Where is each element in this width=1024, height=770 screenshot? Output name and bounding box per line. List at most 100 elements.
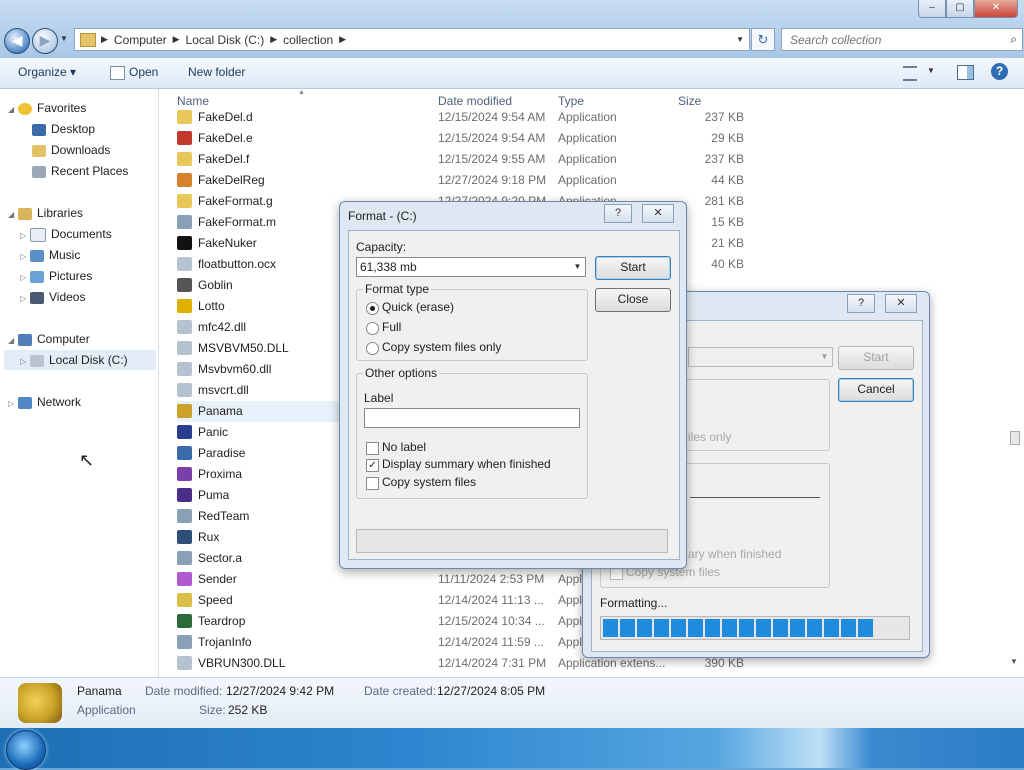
- copy-sys-only-label[interactable]: Copy system files only: [382, 340, 501, 354]
- full-radio[interactable]: [366, 322, 379, 335]
- close-button[interactable]: Close: [595, 288, 671, 312]
- breadcrumb-separator-icon: ▶: [172, 34, 180, 44]
- file-name: Sector.a: [198, 551, 243, 565]
- scrollbar-thumb[interactable]: [1010, 431, 1020, 445]
- file-row[interactable]: FakeDelReg 12/27/2024 9:18 PM Application 4…: [177, 170, 777, 191]
- help-icon[interactable]: ?: [604, 204, 632, 223]
- nav-network[interactable]: ▷ Network: [8, 392, 81, 412]
- breadcrumb-local-disk[interactable]: Local Disk (C:): [181, 33, 270, 47]
- close-button[interactable]: ✕: [974, 0, 1018, 18]
- nav-music[interactable]: ▷ Music: [20, 245, 80, 265]
- file-name: Teardrop: [198, 614, 246, 628]
- display-summary-label[interactable]: Display summary when finished: [382, 457, 551, 471]
- new-folder-button[interactable]: New folder: [188, 65, 245, 79]
- search-input[interactable]: [788, 29, 997, 50]
- file-name: FakeFormat.m: [198, 215, 277, 229]
- column-header-name[interactable]: Name: [177, 94, 209, 108]
- help-icon[interactable]: ?: [991, 63, 1008, 80]
- expand-icon[interactable]: ◢: [8, 331, 18, 351]
- expand-icon[interactable]: ▷: [20, 352, 30, 372]
- recent-pages-chevron-icon[interactable]: ▼: [60, 34, 68, 43]
- quick-erase-radio[interactable]: [366, 302, 379, 315]
- breadcrumb-collection[interactable]: collection: [278, 33, 338, 47]
- expand-icon[interactable]: ▷: [20, 289, 30, 309]
- open-button[interactable]: Open: [129, 65, 158, 79]
- label-input[interactable]: [364, 408, 580, 428]
- start-button[interactable]: [6, 730, 46, 770]
- display-summary-checkbox[interactable]: ✓: [366, 459, 379, 472]
- close-icon[interactable]: ✕: [642, 204, 674, 223]
- nav-recent-places[interactable]: Recent Places: [32, 161, 128, 181]
- address-bar[interactable]: ▶ Computer ▶ Local Disk (C:) ▶ collectio…: [74, 28, 750, 51]
- copy-sys-checkbox[interactable]: [366, 477, 379, 490]
- copy-sys-only-radio[interactable]: [366, 342, 379, 355]
- breadcrumb-computer[interactable]: Computer: [109, 33, 172, 47]
- file-type: Application: [558, 152, 617, 166]
- nav-label: Pictures: [49, 269, 93, 283]
- expand-icon[interactable]: ▷: [20, 226, 30, 246]
- expand-icon[interactable]: ◢: [8, 205, 18, 225]
- preview-pane-icon[interactable]: [957, 65, 974, 80]
- help-icon[interactable]: ?: [847, 294, 875, 313]
- start-button[interactable]: Start: [595, 256, 671, 280]
- search-box[interactable]: ⌕: [781, 28, 1023, 51]
- nav-favorites[interactable]: ◢ Favorites: [8, 98, 86, 118]
- back-button[interactable]: ◀: [4, 28, 30, 54]
- nav-desktop[interactable]: Desktop: [32, 119, 95, 139]
- refresh-button[interactable]: ↻: [751, 28, 775, 51]
- expand-icon[interactable]: ◢: [8, 100, 18, 120]
- file-row[interactable]: FakeDel.f 12/15/2024 9:55 AM Application 23…: [177, 149, 777, 170]
- nav-pictures[interactable]: ▷ Pictures: [20, 266, 92, 286]
- scroll-down-icon[interactable]: ▼: [1010, 657, 1018, 666]
- nav-libraries[interactable]: ◢ Libraries: [8, 203, 83, 223]
- file-icon: [177, 530, 192, 544]
- no-label-checkbox[interactable]: [366, 442, 379, 455]
- column-header-size[interactable]: Size: [678, 94, 701, 108]
- nav-local-disk[interactable]: ▷ Local Disk (C:): [4, 350, 156, 370]
- cancel-button[interactable]: Cancel: [838, 378, 914, 402]
- column-header-date[interactable]: Date modified: [438, 94, 512, 108]
- sort-arrow-icon: ▲: [298, 89, 305, 96]
- search-icon[interactable]: ⌕: [1010, 32, 1017, 47]
- nav-label: Network: [37, 395, 82, 409]
- expand-icon[interactable]: ▷: [20, 247, 30, 267]
- address-dropdown-icon[interactable]: ▼: [736, 35, 744, 44]
- file-name: Msvbvm60.dll: [198, 362, 272, 376]
- file-row[interactable]: FakeDel.d 12/15/2024 9:54 AM Application 23…: [177, 107, 777, 128]
- file-name: floatbutton.ocx: [198, 257, 277, 271]
- column-header-type[interactable]: Type: [558, 94, 584, 108]
- nav-videos[interactable]: ▷ Videos: [20, 287, 85, 307]
- capacity-combo[interactable]: 61,338 mb ▼: [356, 257, 586, 277]
- details-date-modified: 12/27/2024 9:42 PM: [226, 684, 335, 698]
- file-icon: [177, 341, 192, 355]
- desktop-icon: [32, 123, 46, 136]
- view-options-icon[interactable]: [903, 66, 917, 81]
- forward-button[interactable]: ▶: [32, 28, 58, 54]
- progress-segment: [620, 619, 635, 637]
- close-icon[interactable]: ✕: [885, 294, 917, 313]
- full-label[interactable]: Full: [382, 320, 401, 334]
- organize-button[interactable]: Organize ▾: [18, 65, 76, 79]
- nav-computer[interactable]: ◢ Computer: [8, 329, 90, 349]
- maximize-button[interactable]: ▢: [946, 0, 974, 18]
- no-label-label[interactable]: No label: [382, 440, 426, 454]
- nav-documents[interactable]: ▷ Documents: [20, 224, 112, 244]
- view-dropdown-icon[interactable]: ▼: [927, 66, 935, 75]
- file-icon: [177, 614, 192, 628]
- details-pane: Panama Application Date modified: 12/27/…: [0, 677, 1024, 729]
- copy-sys-label[interactable]: Copy system files: [382, 475, 476, 489]
- file-row[interactable]: FakeDel.e 12/15/2024 9:54 AM Application 29…: [177, 128, 777, 149]
- expand-icon[interactable]: ▷: [20, 268, 30, 288]
- minimize-button[interactable]: –: [918, 0, 946, 18]
- file-name: FakeNuker: [198, 236, 257, 250]
- expand-icon[interactable]: ▷: [8, 394, 18, 414]
- progress-segment: [807, 619, 822, 637]
- nav-downloads[interactable]: Downloads: [32, 140, 110, 160]
- file-name: VBRUN300.DLL: [198, 656, 286, 670]
- file-date: 12/15/2024 10:34 ...: [438, 614, 545, 628]
- network-icon: [18, 396, 32, 409]
- file-name: Goblin: [198, 278, 233, 292]
- file-name: FakeDel.f: [198, 152, 250, 166]
- quick-erase-label[interactable]: Quick (erase): [382, 300, 454, 314]
- dropdown-arrow-icon[interactable]: ▼: [570, 258, 585, 276]
